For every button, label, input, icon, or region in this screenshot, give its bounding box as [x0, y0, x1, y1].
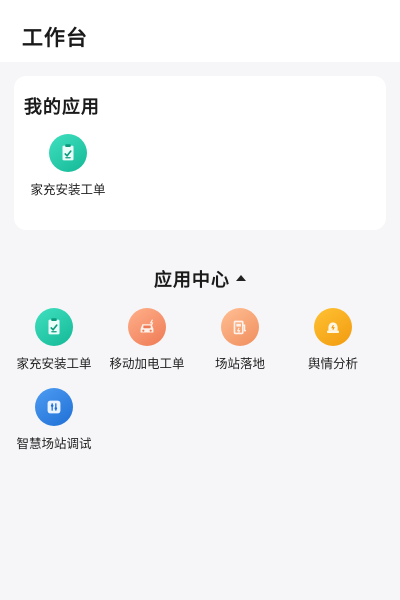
- app-label: 家充安装工单: [30, 182, 106, 197]
- header: 工作台: [0, 0, 400, 62]
- app-label: 移动加电工单: [109, 356, 185, 371]
- app-center-title-text: 应用中心: [154, 270, 230, 291]
- my-apps-card: 我的应用 家充安装工单: [14, 76, 386, 230]
- app-mobile-charging[interactable]: 移动加电工单: [101, 308, 193, 372]
- my-apps-title: 我的应用: [24, 97, 100, 118]
- sliders-icon: [35, 388, 73, 426]
- app-sentiment-analysis[interactable]: 舆情分析: [287, 308, 379, 372]
- app-home-charging-install[interactable]: 家充安装工单: [8, 308, 100, 372]
- app-smart-station-debug[interactable]: 智慧场站调试: [8, 388, 100, 452]
- app-label: 智慧场站调试: [16, 436, 92, 451]
- clipboard-icon: [49, 134, 87, 172]
- app-center-title[interactable]: 应用中心: [0, 266, 400, 292]
- my-app-home-charging-install[interactable]: 家充安装工单: [22, 134, 114, 198]
- charging-station-icon: [221, 308, 259, 346]
- app-label: 舆情分析: [307, 356, 358, 371]
- clipboard-icon: [35, 308, 73, 346]
- car-icon: [128, 308, 166, 346]
- page-title: 工作台: [22, 26, 88, 50]
- warning-light-icon: [314, 308, 352, 346]
- app-label: 家充安装工单: [16, 356, 92, 371]
- caret-up-icon: [236, 275, 246, 281]
- app-station-landing[interactable]: 场站落地: [194, 308, 286, 372]
- app-label: 场站落地: [214, 356, 265, 371]
